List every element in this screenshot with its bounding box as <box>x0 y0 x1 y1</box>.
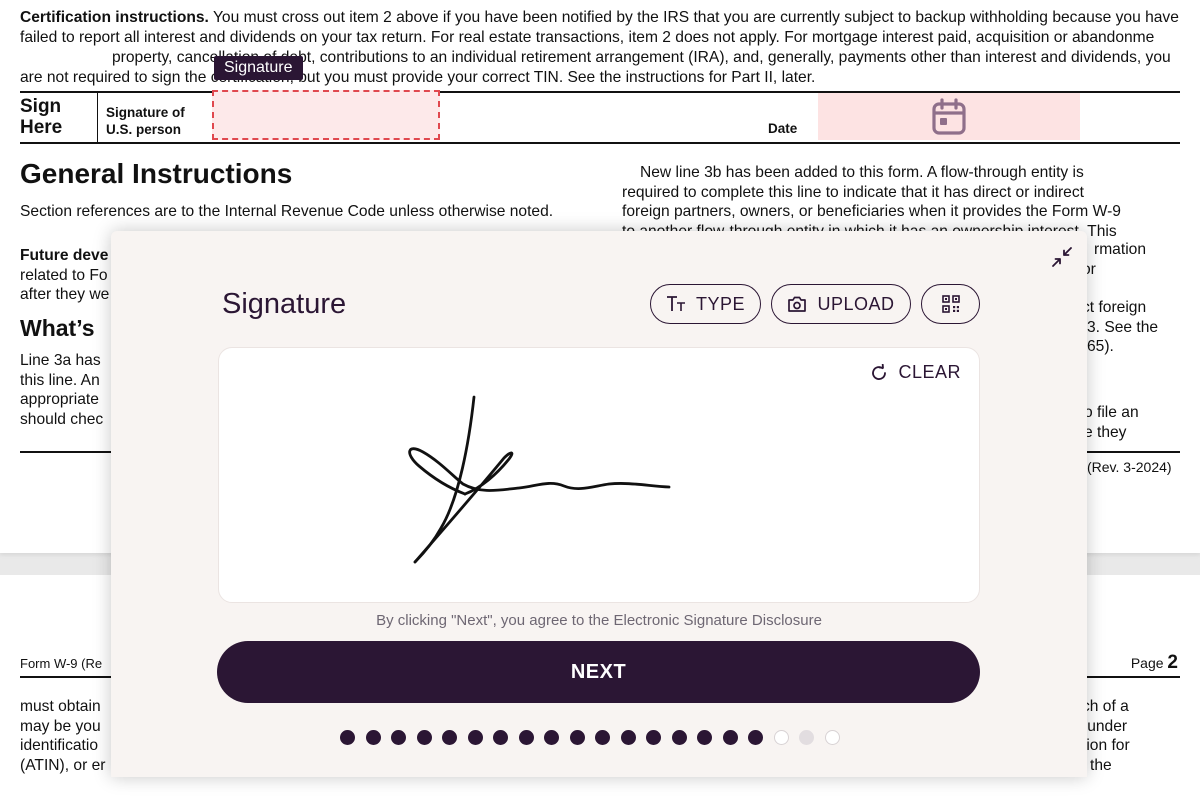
right-column-fragment: ct foreign 3. See the 65). <box>1082 299 1159 355</box>
page-number: Page 2 <box>1130 652 1178 673</box>
camera-icon <box>788 296 807 312</box>
future-developments-fragment: Future deve related to Fo after they we <box>20 247 110 303</box>
progress-dot <box>595 730 610 745</box>
progress-dot <box>340 730 355 745</box>
revision-label: (Rev. 3-2024) <box>1087 459 1172 475</box>
upload-button[interactable]: UPLOAD <box>771 284 911 324</box>
progress-dot <box>467 730 483 745</box>
date-label: Date <box>768 121 798 136</box>
right-column-fragment: o file an e they <box>1084 404 1139 441</box>
progress-dot <box>569 730 585 745</box>
progress-dot <box>646 730 661 745</box>
line-3a-fragment: Line 3a has this line. An appropriate sh… <box>20 352 104 428</box>
progress-dot <box>773 730 789 745</box>
certification-instructions: Certification instructions. You must cro… <box>20 9 1179 86</box>
progress-dot <box>722 730 738 745</box>
progress-dot <box>620 730 636 745</box>
next-button[interactable]: NEXT <box>217 641 980 703</box>
collapse-button[interactable] <box>1050 245 1074 269</box>
progress-dot <box>365 730 381 745</box>
right-column-fragment: rmation or <box>1082 241 1146 278</box>
page-2-right-fragment: ch of a (under tion for the <box>1082 698 1130 774</box>
whats-new-title: What’s <box>20 315 95 341</box>
progress-indicator <box>340 730 840 745</box>
signature-field-label: Signature of U.S. person <box>106 105 185 137</box>
divider <box>97 93 98 143</box>
disclosure-text: By clicking "Next", you agree to the Ele… <box>376 612 822 629</box>
progress-dot <box>416 730 432 745</box>
progress-dot <box>391 730 406 745</box>
date-field[interactable] <box>818 93 1080 140</box>
form-footer-label: Form W-9 (Re <box>20 656 103 671</box>
progress-dot <box>799 730 814 745</box>
progress-dot <box>442 730 457 745</box>
general-instructions-title: General Instructions <box>20 158 293 189</box>
progress-dot <box>671 730 687 745</box>
divider <box>20 451 112 453</box>
progress-dot <box>493 730 508 745</box>
calendar-icon <box>932 97 966 135</box>
signature-field[interactable] <box>212 90 440 140</box>
divider <box>20 142 1180 144</box>
qr-code-button[interactable] <box>921 284 980 324</box>
modal-title: Signature <box>222 288 347 320</box>
progress-dot <box>748 730 763 745</box>
qr-code-icon <box>941 295 960 313</box>
progress-dot <box>824 730 840 745</box>
section-references-text: Section references are to the Internal R… <box>20 203 554 220</box>
collapse-arrows-icon <box>1052 247 1072 267</box>
divider <box>1086 451 1180 453</box>
progress-dot <box>697 730 712 745</box>
progress-dot <box>518 730 534 745</box>
progress-dot <box>544 730 559 745</box>
signature-tooltip: Signature <box>214 56 303 80</box>
page-2-left-fragment: must obtain may be you identificatio (AT… <box>20 698 106 774</box>
signature-modal: Signature TYPE UPLOAD CLEAR By clicking … <box>111 231 1087 777</box>
sign-here-label: Sign Here <box>20 96 63 138</box>
signature-drawing <box>408 395 671 564</box>
text-type-icon <box>666 296 685 311</box>
signature-canvas[interactable]: CLEAR <box>218 347 980 603</box>
type-button[interactable]: TYPE <box>650 284 761 324</box>
right-column-text: New line 3b has been added to this form.… <box>622 164 1121 240</box>
